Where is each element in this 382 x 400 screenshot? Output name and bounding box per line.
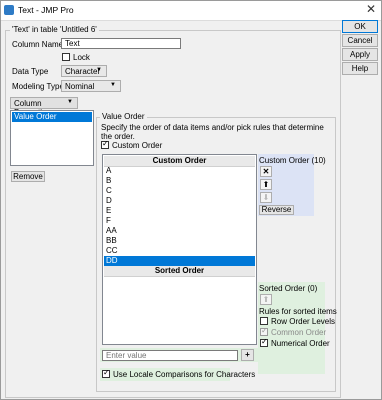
help-button[interactable]: Help [342, 62, 378, 75]
data-type-select[interactable]: Character ▼ [61, 65, 107, 77]
move-down-icon[interactable]: ⬇ [260, 192, 272, 203]
custom-order-checkbox[interactable] [101, 139, 109, 149]
sorted-order-header: Sorted Order [104, 266, 255, 277]
list-item[interactable]: CC [104, 246, 255, 256]
row-order-label: Row Order Levels [271, 317, 336, 326]
move-up-icon[interactable]: ⬆ [260, 294, 272, 305]
locale-checkbox[interactable] [102, 368, 110, 378]
window-title: Text - JMP Pro [18, 5, 74, 15]
list-item[interactable]: C [104, 186, 255, 196]
chevron-down-icon: ▼ [110, 82, 116, 88]
reverse-button[interactable]: Reverse [259, 205, 294, 215]
lock-label: Lock [73, 53, 90, 62]
modeling-type-select[interactable]: Nominal ▼ [61, 80, 121, 92]
value-order-description: Specify the order of data items and/or p… [101, 123, 324, 141]
delete-x-icon[interactable]: ✕ [260, 166, 272, 177]
list-item-selected[interactable]: DD [104, 256, 255, 266]
list-item[interactable]: F [104, 216, 255, 226]
close-window-icon[interactable]: ✕ [366, 2, 376, 16]
remove-button[interactable]: Remove [11, 171, 45, 182]
numerical-order-checkbox[interactable] [260, 337, 268, 347]
add-value-button[interactable]: + [241, 349, 254, 361]
enter-value-input[interactable] [102, 350, 238, 361]
list-item[interactable]: D [104, 196, 255, 206]
properties-list-item[interactable]: Value Order [12, 112, 92, 122]
ok-button[interactable]: OK [342, 20, 378, 33]
sorted-order-count: Sorted Order (0) [259, 284, 318, 293]
common-order-label: Common Order [271, 328, 327, 337]
move-up-icon[interactable]: ⬆ [260, 179, 272, 190]
common-order-checkbox [260, 326, 268, 336]
chevron-down-icon: ▼ [67, 99, 73, 105]
column-name-label: Column Name [12, 40, 64, 49]
column-properties-button[interactable]: Column Properties ▼ [10, 97, 78, 117]
apply-button[interactable]: Apply [342, 48, 378, 61]
row-order-checkbox[interactable] [260, 317, 268, 325]
custom-order-checkbox-label: Custom Order [112, 141, 163, 150]
data-type-label: Data Type [12, 67, 49, 76]
list-item[interactable]: B [104, 176, 255, 186]
list-item[interactable]: BB [104, 236, 255, 246]
modeling-type-label: Modeling Type [12, 82, 64, 91]
value-order-title: Value Order [100, 112, 147, 121]
numerical-order-label: Numerical Order [271, 339, 330, 348]
group-title: 'Text' in table 'Untitled 6' [10, 25, 99, 34]
cancel-button[interactable]: Cancel [342, 34, 378, 47]
lock-checkbox[interactable] [62, 53, 70, 61]
custom-order-count: Custom Order (10) [259, 156, 326, 165]
rules-label: Rules for sorted items [259, 307, 337, 316]
list-item[interactable]: AA [104, 226, 255, 236]
list-item[interactable]: A [104, 166, 255, 176]
title-bar: Text - JMP Pro ✕ [0, 0, 382, 21]
locale-label: Use Locale Comparisons for Characters [113, 370, 256, 379]
properties-list[interactable]: Value Order [10, 110, 94, 166]
jmp-app-icon [4, 5, 14, 15]
modeling-type-value: Nominal [65, 82, 95, 91]
list-item[interactable]: E [104, 206, 255, 216]
column-name-input[interactable]: Text [61, 38, 181, 49]
custom-order-list[interactable]: Custom Order A B C D E F AA BB CC DD Sor… [102, 154, 257, 345]
data-type-value: Character [65, 67, 101, 76]
chevron-down-icon: ▼ [96, 67, 102, 73]
